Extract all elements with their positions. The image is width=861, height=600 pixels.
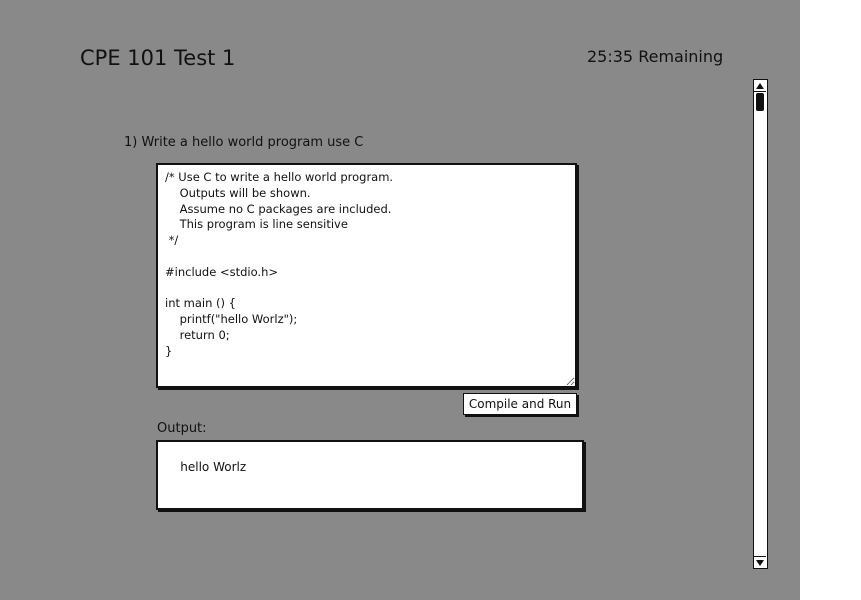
code-editor[interactable]: /* Use C to write a hello world program.…	[156, 163, 577, 388]
output-text: hello Worlz	[180, 460, 247, 474]
exam-window: CPE 101 Test 1 25:35 Remaining 1) Write …	[0, 0, 800, 600]
scroll-thumb[interactable]	[756, 93, 764, 111]
chevron-up-icon	[756, 82, 764, 89]
compile-and-run-button[interactable]: Compile and Run	[463, 393, 577, 415]
scroll-up-button[interactable]	[754, 80, 766, 92]
chevron-down-icon	[756, 559, 764, 566]
scroll-down-button[interactable]	[754, 556, 766, 568]
time-remaining: 25:35 Remaining	[587, 47, 724, 66]
output-panel: hello Worlz	[156, 440, 584, 510]
output-label: Output:	[157, 421, 207, 436]
page-title: CPE 101 Test 1	[80, 46, 236, 70]
vertical-scrollbar[interactable]	[753, 79, 768, 569]
question-prompt: 1) Write a hello world program use C	[124, 135, 364, 150]
